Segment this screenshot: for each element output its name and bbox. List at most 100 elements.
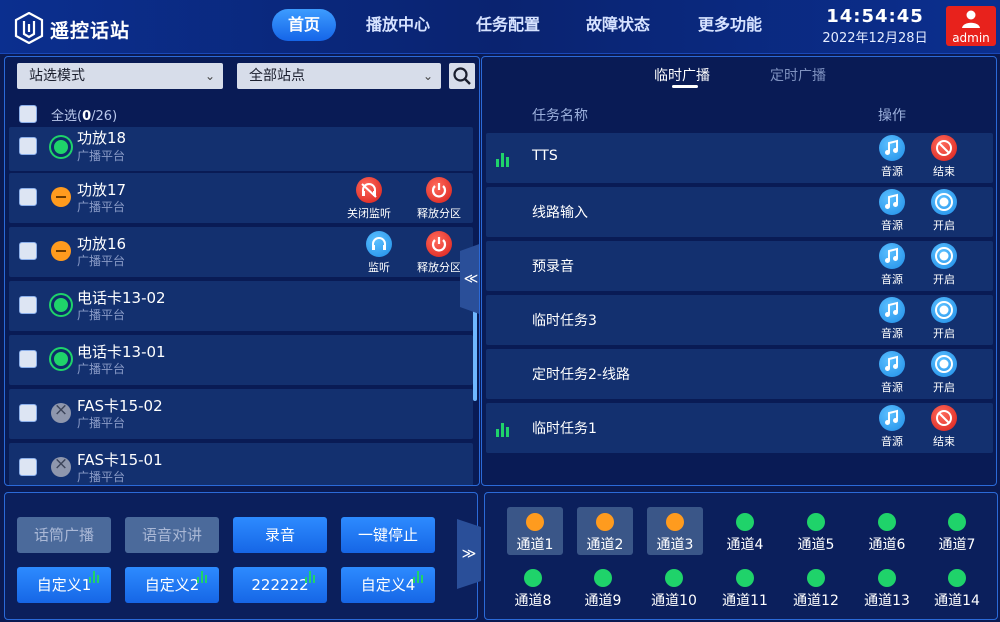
nav-task-config[interactable]: 任务配置	[466, 9, 550, 41]
custom-button-1[interactable]: 自定义1	[17, 567, 111, 603]
site-subtitle: 广播平台	[77, 254, 126, 268]
search-button[interactable]	[449, 63, 475, 89]
channel-1[interactable]: 通道1	[507, 507, 563, 555]
channel-11[interactable]: 通道11	[717, 563, 773, 611]
audio-source-label: 音源	[881, 381, 903, 394]
start-task-button[interactable]: 开启	[924, 297, 964, 341]
voice-intercom-button[interactable]: 语音对讲	[125, 517, 219, 553]
task-row[interactable]: 定时任务2-线路 音源 开启	[486, 349, 993, 399]
row-checkbox[interactable]	[19, 242, 37, 260]
record-button[interactable]: 录音	[233, 517, 327, 553]
site-mode-value: 站选模式	[29, 68, 85, 84]
channel-busy-icon	[666, 513, 684, 531]
nav-home[interactable]: 首页	[272, 9, 336, 41]
task-row[interactable]: TTS 音源 结束	[486, 133, 993, 183]
playing-bars-icon	[305, 571, 319, 583]
custom-button-3[interactable]: 222222	[233, 567, 327, 603]
channel-idle-icon	[524, 569, 542, 587]
channel-idle-icon	[736, 513, 754, 531]
channel-14[interactable]: 通道14	[929, 563, 985, 611]
row-checkbox[interactable]	[19, 404, 37, 422]
chevron-down-icon: ⌄	[422, 69, 433, 83]
user-name: admin	[952, 31, 990, 45]
task-row[interactable]: 临时任务1 音源 结束	[486, 403, 993, 453]
record-icon	[931, 297, 957, 323]
broadcast-panel: 临时广播 定时广播 任务名称 操作 TTS 音源 结束 线路输入 音源 开启 预…	[481, 56, 997, 486]
audio-source-button[interactable]: 音源	[872, 297, 912, 341]
end-task-button[interactable]: 结束	[924, 405, 964, 449]
audio-source-button[interactable]: 音源	[872, 405, 912, 449]
channel-2[interactable]: 通道2	[577, 507, 633, 555]
site-mode-select[interactable]: 站选模式 ⌄	[17, 63, 223, 89]
channel-12[interactable]: 通道12	[788, 563, 844, 611]
tab-temporary-broadcast[interactable]: 临时广播	[654, 65, 710, 85]
end-task-button[interactable]: 结束	[924, 135, 964, 179]
stop-all-button[interactable]: 一键停止	[341, 517, 435, 553]
custom-button-2-label: 自定义2	[144, 576, 200, 594]
playing-bars-icon	[496, 151, 512, 167]
channel-5[interactable]: 通道5	[788, 507, 844, 555]
select-all-checkbox[interactable]	[19, 105, 37, 123]
row-checkbox[interactable]	[19, 350, 37, 368]
start-task-button[interactable]: 开启	[924, 189, 964, 233]
site-name: FAS卡15-02	[77, 397, 163, 415]
site-filter-select[interactable]: 全部站点 ⌄	[237, 63, 441, 89]
audio-source-label: 音源	[881, 273, 903, 286]
site-name: 功放16	[77, 235, 127, 253]
broadcast-controls-panel: 话筒广播 语音对讲 录音 一键停止 自定义1 自定义2 222222 自定义4 …	[4, 492, 481, 620]
site-row[interactable]: FAS卡15-01 广播平台	[9, 443, 473, 485]
row-checkbox[interactable]	[19, 458, 37, 476]
task-row[interactable]: 临时任务3 音源 开启	[486, 295, 993, 345]
audio-source-button[interactable]: 音源	[872, 351, 912, 395]
audio-source-button[interactable]: 音源	[872, 189, 912, 233]
custom-button-4[interactable]: 自定义4	[341, 567, 435, 603]
audio-source-button[interactable]: 音源	[872, 243, 912, 287]
playing-bars-icon	[496, 421, 512, 437]
site-row[interactable]: 功放17 广播平台 关闭监听 释放分区	[9, 173, 473, 223]
start-task-button[interactable]: 开启	[924, 351, 964, 395]
site-subtitle: 广播平台	[77, 200, 126, 214]
collapse-panel-button[interactable]: ≪	[460, 243, 479, 315]
custom-button-2[interactable]: 自定义2	[125, 567, 219, 603]
site-row[interactable]: 电话卡13-02 广播平台	[9, 281, 473, 331]
audio-source-button[interactable]: 音源	[872, 135, 912, 179]
nav-more-functions[interactable]: 更多功能	[688, 9, 772, 41]
channel-3[interactable]: 通道3	[647, 507, 703, 555]
channel-4[interactable]: 通道4	[717, 507, 773, 555]
user-icon	[962, 10, 980, 28]
task-name: 临时任务1	[532, 421, 597, 437]
site-row[interactable]: 电话卡13-01 广播平台	[9, 335, 473, 385]
monitor-button[interactable]: 监听	[349, 231, 409, 275]
nav-play-center[interactable]: 播放中心	[356, 9, 440, 41]
row-checkbox[interactable]	[19, 296, 37, 314]
user-button[interactable]: admin	[946, 6, 996, 46]
task-row[interactable]: 预录音 音源 开启	[486, 241, 993, 291]
channel-8[interactable]: 通道8	[505, 563, 561, 611]
mic-broadcast-button[interactable]: 话筒广播	[17, 517, 111, 553]
channel-7[interactable]: 通道7	[929, 507, 985, 555]
start-task-button[interactable]: 开启	[924, 243, 964, 287]
channel-6[interactable]: 通道6	[859, 507, 915, 555]
site-row[interactable]: 功放16 广播平台 监听 释放分区	[9, 227, 473, 277]
site-row[interactable]: 功放18 广播平台	[9, 127, 473, 171]
status-online-icon	[51, 137, 71, 157]
task-row[interactable]: 线路输入 音源 开启	[486, 187, 993, 237]
status-online-icon	[51, 349, 71, 369]
row-checkbox[interactable]	[19, 137, 37, 155]
channel-busy-icon	[596, 513, 614, 531]
channel-idle-icon	[878, 569, 896, 587]
row-checkbox[interactable]	[19, 188, 37, 206]
tab-scheduled-broadcast[interactable]: 定时广播	[770, 65, 826, 85]
monitor-label: 监听	[368, 261, 390, 274]
site-name: 电话卡13-02	[77, 289, 166, 307]
expand-panel-button[interactable]: ≫	[457, 519, 481, 589]
stop-monitor-button[interactable]: 关闭监听	[339, 177, 399, 221]
release-zone-button[interactable]: 释放分区	[409, 177, 469, 221]
site-row[interactable]: FAS卡15-02 广播平台	[9, 389, 473, 439]
nav-fault-status[interactable]: 故障状态	[576, 9, 660, 41]
status-busy-icon	[51, 241, 71, 261]
channel-13[interactable]: 通道13	[859, 563, 915, 611]
playing-bars-icon	[89, 571, 103, 583]
channel-10[interactable]: 通道10	[646, 563, 702, 611]
channel-9[interactable]: 通道9	[575, 563, 631, 611]
